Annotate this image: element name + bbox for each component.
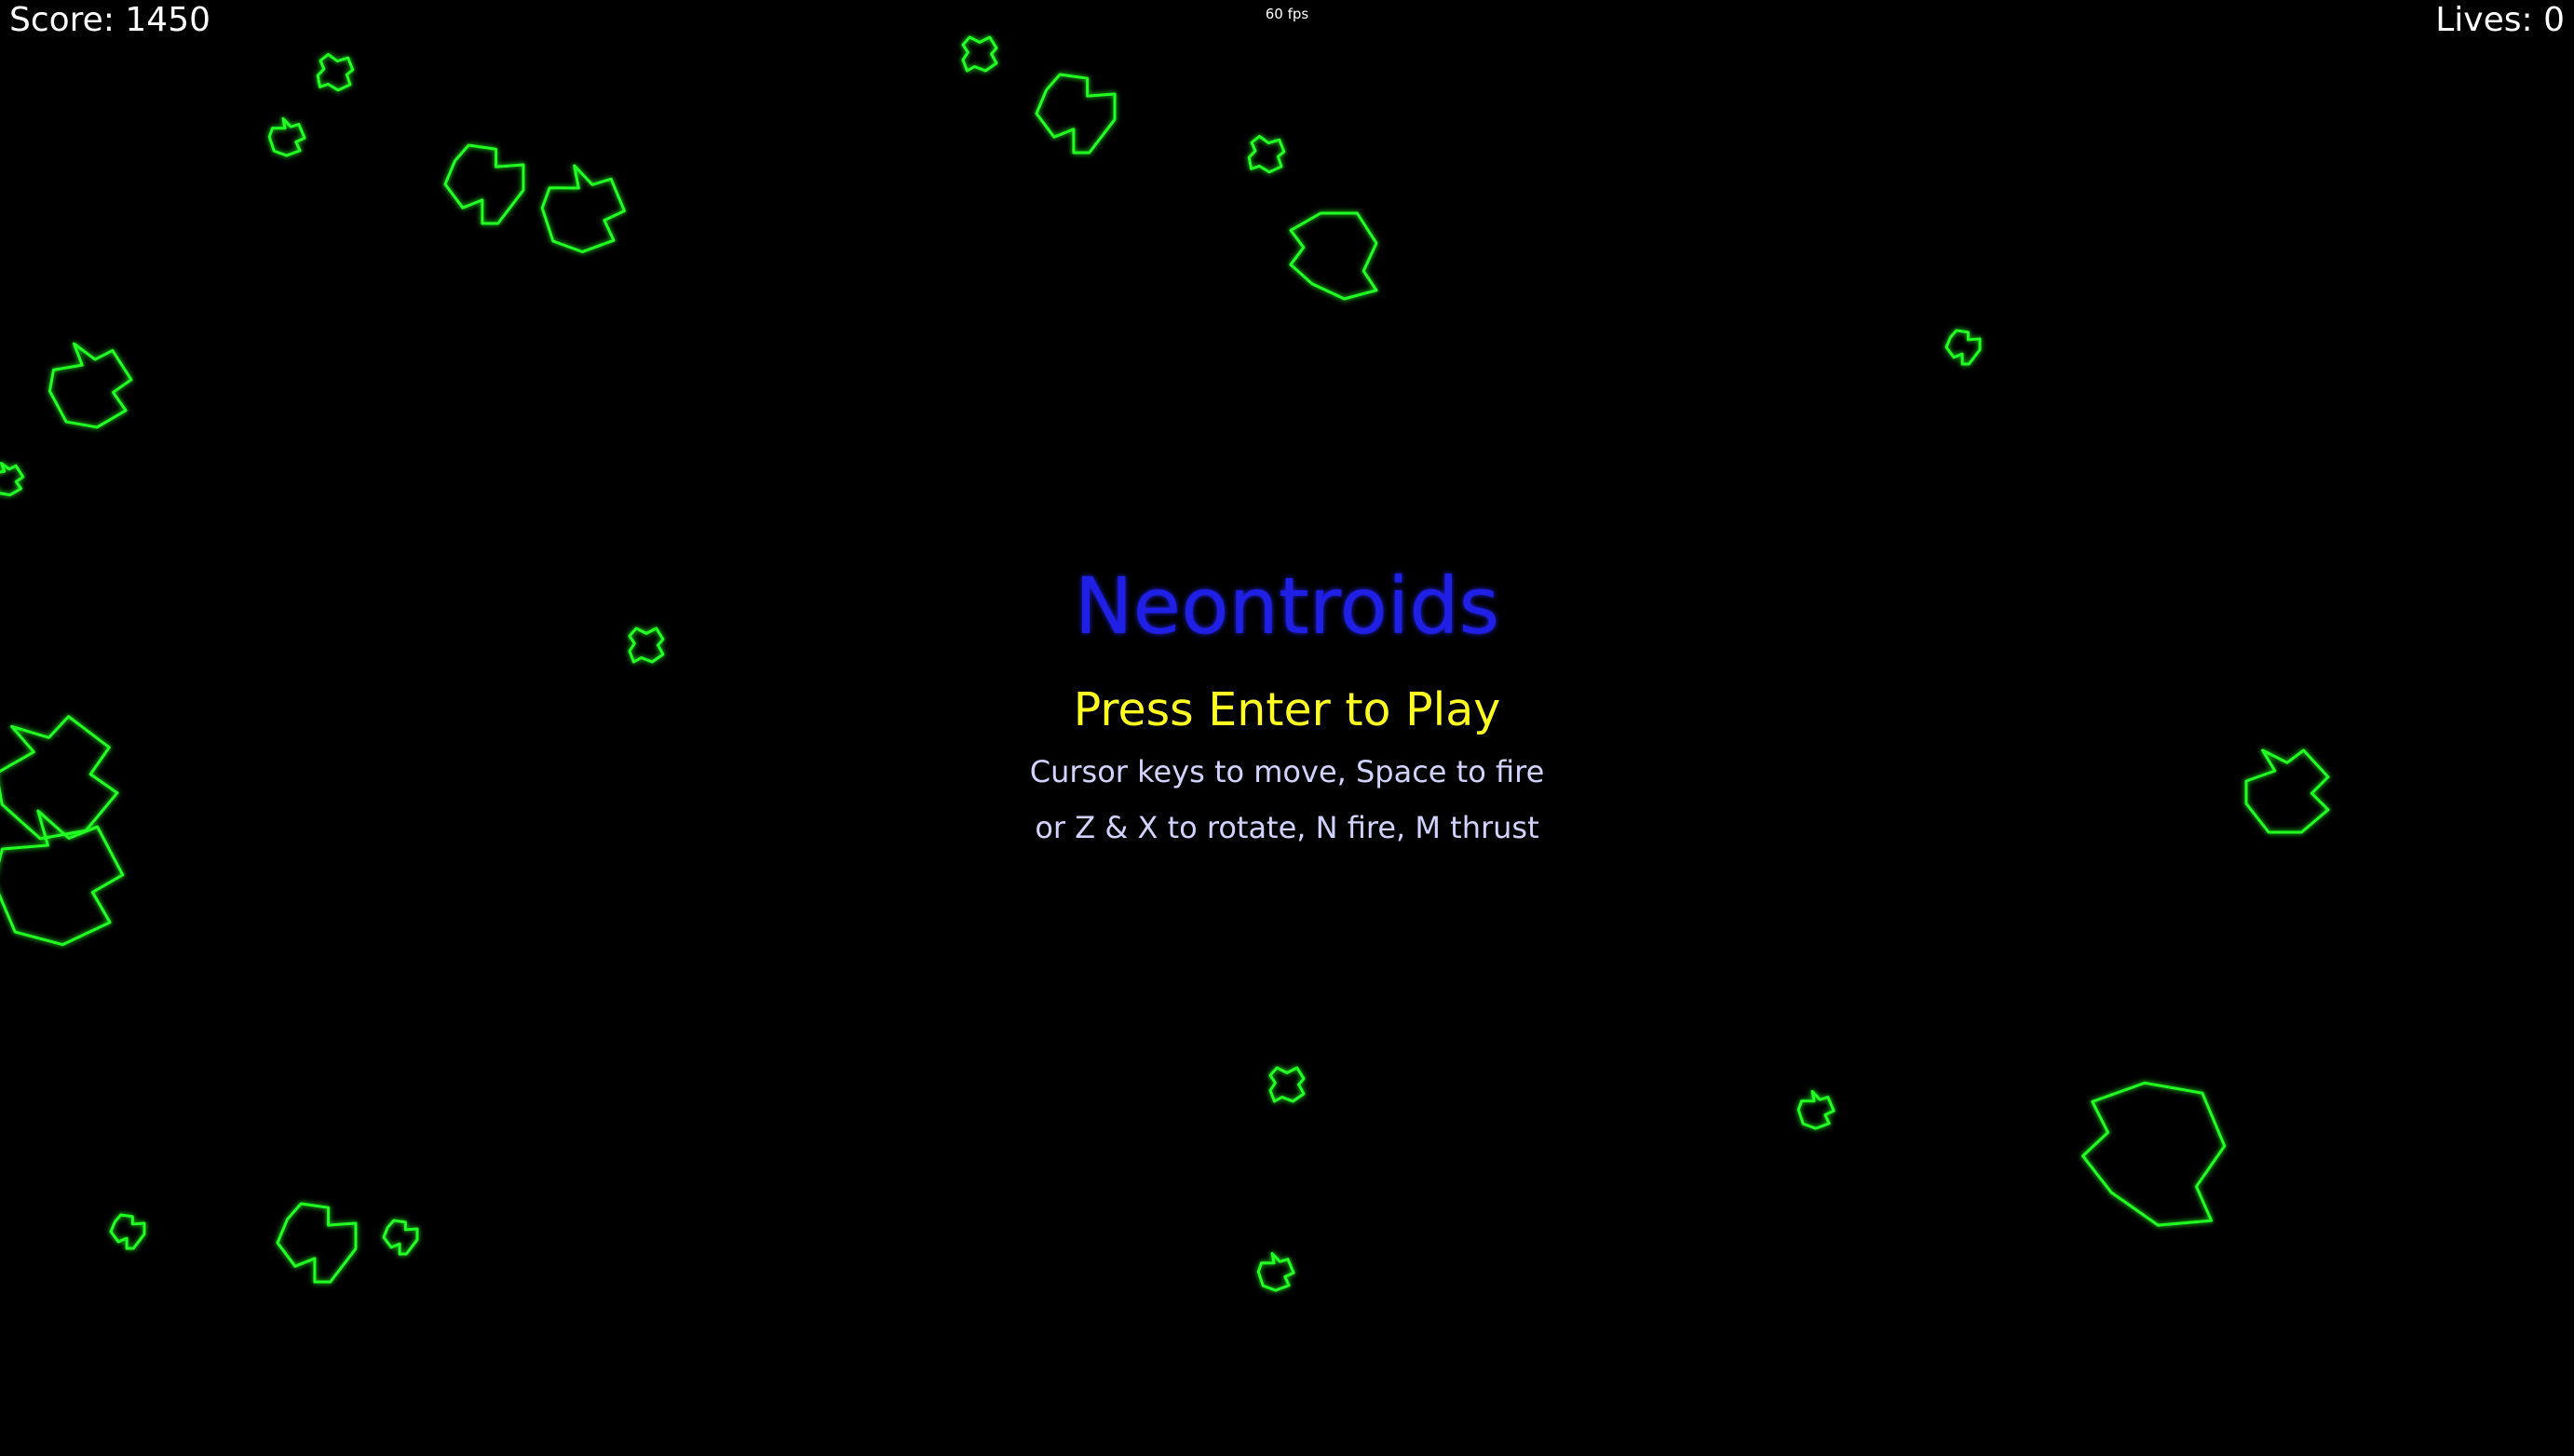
asteroid: [1254, 1251, 1297, 1294]
asteroid: [0, 462, 25, 496]
asteroid: [533, 160, 633, 261]
score-display: Score: 1450: [9, 1, 211, 39]
asteroid: [963, 37, 996, 71]
asteroid: [2246, 750, 2328, 832]
asteroid: [445, 145, 523, 223]
start-prompt: Press Enter to Play: [1073, 683, 1501, 736]
asteroid: [316, 53, 355, 92]
asteroid: [111, 1215, 144, 1248]
asteroid: [45, 341, 135, 431]
asteroid: [1946, 330, 1980, 364]
asteroid: [384, 1220, 417, 1254]
asteroid: [2073, 1074, 2232, 1234]
controls-help-line-2: or Z & X to rotate, N fire, M thrust: [1035, 810, 1539, 845]
controls-help-line-1: Cursor keys to move, Space to fire: [1029, 754, 1545, 789]
asteroid: [1270, 1068, 1304, 1101]
asteroid: [1795, 1089, 1837, 1132]
asteroid: [1247, 135, 1286, 174]
asteroid: [265, 116, 308, 159]
asteroid: [1291, 213, 1376, 299]
fps-counter: 60 fps: [1265, 6, 1309, 22]
game-title: Neontroids: [1074, 560, 1500, 652]
asteroid: [0, 710, 123, 844]
game-canvas[interactable]: Score: 1450 60 fps Lives: 0 Neontroids P…: [0, 0, 2574, 1456]
asteroid: [278, 1204, 356, 1282]
asteroid: [630, 628, 663, 662]
asteroid: [0, 804, 133, 955]
lives-display: Lives: 0: [2435, 1, 2565, 39]
asteroid: [1036, 74, 1115, 153]
